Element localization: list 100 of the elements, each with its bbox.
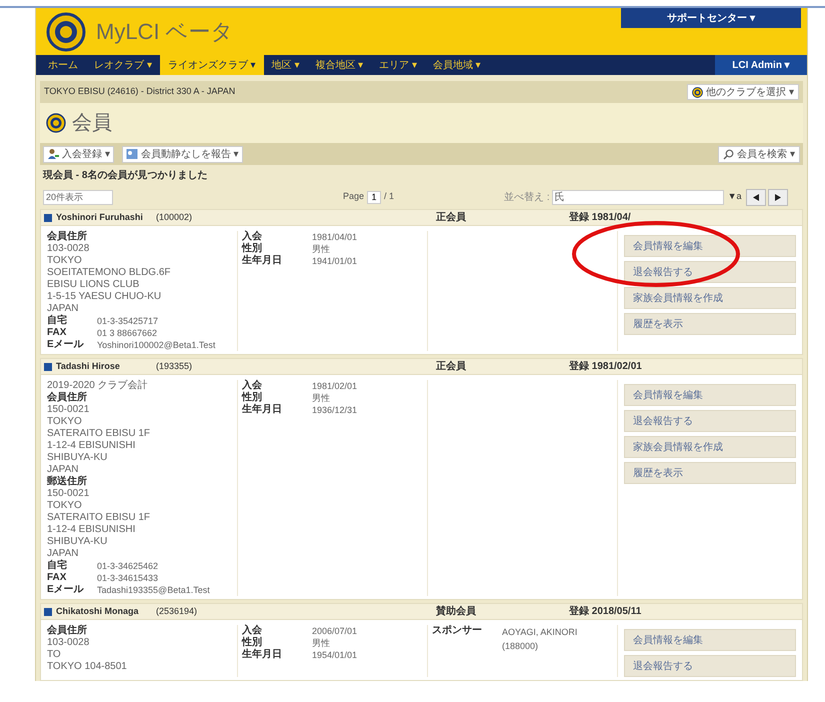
action-button[interactable]: 退会報告する <box>624 655 796 677</box>
member-type: 正会員 <box>436 360 467 374</box>
report-button[interactable]: 会員動静なしを報告 ▾ <box>122 146 243 162</box>
nav-menu[interactable]: レオクラブ ▾ <box>86 55 160 75</box>
lions-logo-icon <box>692 86 704 98</box>
left-triangle-icon <box>752 194 759 200</box>
page-size-select[interactable]: 20件表示 <box>43 190 113 204</box>
contact-value: 01 3 88667662 <box>97 327 158 339</box>
contact-label: Eメール <box>47 584 85 596</box>
address-line: SATERAITO EBISU 1F <box>47 512 151 524</box>
nav-menu[interactable]: ライオンズクラブ ▾ <box>160 55 264 75</box>
page-title: 会員 <box>72 111 112 136</box>
contact-value: 01-3-34615433 <box>97 572 158 584</box>
address-heading: 会員住所 <box>47 625 88 637</box>
member-square-icon <box>44 608 52 616</box>
address-line: 1-12-4 EBISUNISHI <box>47 440 136 452</box>
info-value: 1941/01/01 <box>312 255 358 267</box>
action-button[interactable]: 履歴を表示 <box>624 462 796 484</box>
action-button[interactable]: 退会報告する <box>624 261 796 283</box>
info-value: 1936/12/31 <box>312 404 358 416</box>
member-search-button[interactable]: 会員を検索 ▾ <box>718 146 800 162</box>
contact-label: Eメール <box>47 339 85 351</box>
member-name[interactable]: Chikatoshi Monaga <box>56 604 156 618</box>
member-type: 正会員 <box>436 210 467 225</box>
address-line: JAPAN <box>47 464 80 476</box>
member-square-icon <box>44 214 52 222</box>
other-club-button[interactable]: 他のクラブを選択 ▾ <box>687 84 799 100</box>
address-heading: 郵送住所 <box>47 476 88 488</box>
address-heading: 会員住所 <box>47 231 88 243</box>
info-value: 男性 <box>312 392 330 404</box>
contact-value: Tadashi193355@Beta1.Test <box>97 584 210 596</box>
sponsor-line: AOYAGI, AKINORI <box>502 626 578 639</box>
address-line: JAPAN <box>47 303 80 314</box>
info-label: 入会 <box>242 625 263 636</box>
action-button[interactable]: 家族会員情報を作成 <box>624 287 796 309</box>
result-count: 現会員 - 8名の会員が見つかりました <box>43 168 208 183</box>
info-value: 男性 <box>312 637 330 649</box>
address-line: 103-0028 <box>47 243 90 255</box>
info-value: 1954/01/01 <box>312 649 358 661</box>
member-square-icon <box>44 362 52 370</box>
address-line: EBISU LIONS CLUB <box>47 279 140 291</box>
sponsor-label: スポンサー <box>432 625 483 638</box>
join-button[interactable]: 入会登録 ▾ <box>43 146 114 162</box>
support-center-button[interactable]: サポートセンター ▾ <box>621 8 801 28</box>
member-name[interactable]: Yoshinori Furuhashi <box>56 210 156 224</box>
info-label: 生年月日 <box>242 404 283 416</box>
action-button[interactable]: 会員情報を編集 <box>624 384 796 406</box>
contact-value: 01-3-35425717 <box>97 315 158 327</box>
person-add-icon <box>47 148 59 160</box>
address-line: TOKYO 104-8501 <box>47 661 128 673</box>
address-heading: 会員住所 <box>47 392 88 404</box>
member-name[interactable]: Tadashi Hirose <box>56 360 156 374</box>
info-value: 男性 <box>312 243 330 255</box>
sort-order-toggle[interactable]: ▼a <box>728 190 742 204</box>
previous-page-button[interactable] <box>746 188 766 206</box>
member-id: (2536194) <box>156 604 198 618</box>
registered-date: 登録 2018/05/11 <box>569 604 642 619</box>
nav-menu[interactable]: 複合地区 ▾ <box>307 55 372 75</box>
action-button[interactable]: 家族会員情報を作成 <box>624 436 796 458</box>
nav-menu[interactable]: 地区 ▾ <box>264 55 308 75</box>
info-label: 入会 <box>242 380 263 392</box>
info-label: 生年月日 <box>242 649 283 661</box>
club-name: TOKYO EBISU (24616) - District 330 A - JAPAN <box>44 85 236 98</box>
address-line: SHIBUYA-KU <box>47 452 108 464</box>
sort-label: 並べ替え : <box>504 190 550 204</box>
sort-select[interactable]: 氏 <box>552 190 724 204</box>
search-icon <box>723 148 734 160</box>
site-title[interactable]: MyLCI ベータ <box>96 15 234 48</box>
page-field[interactable]: 1 <box>367 190 382 204</box>
member-type: 賛助会員 <box>436 604 477 619</box>
address-line: 2019-2020 クラブ会計 <box>47 380 149 392</box>
action-button[interactable]: 会員情報を編集 <box>624 235 796 257</box>
nav-menu[interactable]: ホーム <box>40 55 86 75</box>
lions-logo-icon <box>46 12 86 52</box>
address-line: SHIBUYA-KU <box>47 536 108 548</box>
address-line: 150-0021 <box>47 404 90 416</box>
info-value: 1981/04/01 <box>312 231 358 243</box>
address-line: JAPAN <box>47 548 80 559</box>
info-label: 性別 <box>242 637 263 648</box>
registered-date: 登録 1981/04/ <box>569 210 631 225</box>
contact-value: 01-3-34625462 <box>97 560 158 572</box>
sponsor-line: (188000) <box>502 640 540 653</box>
nav-menu[interactable]: エリア ▾ <box>371 55 425 75</box>
contact-label: 自宅 <box>47 315 68 327</box>
next-page-button[interactable] <box>768 188 788 206</box>
page-label: Page <box>343 190 364 204</box>
action-button[interactable]: 会員情報を編集 <box>624 629 796 651</box>
member-id: (193355) <box>156 360 194 373</box>
info-label: 生年月日 <box>242 255 283 267</box>
nav-menu[interactable]: 会員地域 ▾ <box>424 55 489 75</box>
member-id: (100002) <box>156 210 194 224</box>
info-label: 性別 <box>242 243 263 254</box>
address-line: TO <box>47 649 62 661</box>
user-menu[interactable]: LCI Admin ▾ <box>715 55 807 75</box>
registered-date: 登録 1981/02/01 <box>569 360 642 374</box>
action-button[interactable]: 退会報告する <box>624 410 796 432</box>
address-line: 103-0028 <box>47 637 90 649</box>
contact-label: 自宅 <box>47 560 68 572</box>
action-button[interactable]: 履歴を表示 <box>624 313 796 335</box>
contact-value: Yoshinori100002@Beta1.Test <box>97 339 216 351</box>
